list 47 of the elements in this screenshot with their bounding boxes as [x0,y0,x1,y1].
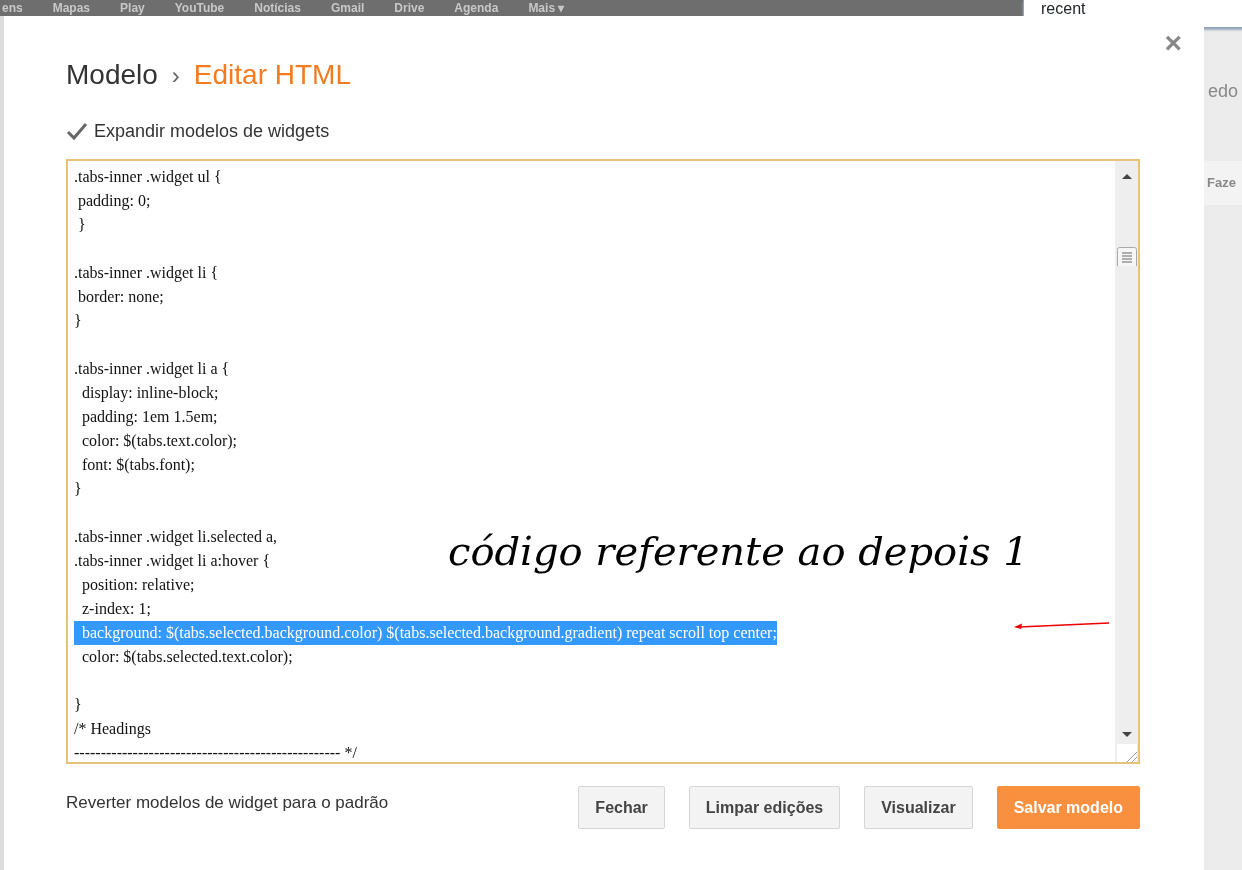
code-line: border: none; [77,287,164,307]
checkbox-label: Expandir modelos de widgets [94,120,330,143]
code-line: .tabs-inner .widget li { [74,263,219,284]
code-line: } [77,215,86,235]
code-line: padding: 0; [77,191,151,212]
code-line: .tabs-inner .widget li.selected a, [74,527,278,548]
nav-link[interactable]: Notícias [254,0,301,16]
code-line: } [74,311,82,331]
code-line: padding: 1em 1.5em; [81,407,218,428]
nav-link[interactable]: Gmail [330,0,365,16]
handwritten-annotation: código referente ao depois 1 [448,527,1029,576]
background-text: Faze [1204,161,1242,205]
nav-link[interactable]: Play [120,0,145,16]
scroll-thumb[interactable] [1116,247,1137,266]
dialog-button[interactable]: Fechar [578,786,665,829]
code-line: font: $(tabs.font); [81,455,195,476]
breadcrumb-separator: › [171,61,180,91]
page-title: Editar HTML [193,58,351,92]
nav-link[interactable]: YouTube [174,0,225,16]
scrollbar[interactable] [1115,161,1138,762]
dialog-button[interactable]: Visualizar [864,786,973,829]
nav-link[interactable]: Mais ▾ [528,0,565,16]
code-line: .tabs-inner .widget li a { [74,359,230,380]
dialog-button[interactable]: Limpar edições [688,786,841,829]
code-line: -------------------------------------------------- */ [74,743,357,762]
code-line: } [74,695,82,715]
code-line: /* Headings [74,719,151,740]
resize-grip-icon[interactable] [1116,743,1137,762]
code-line: } [74,479,82,499]
nav-link[interactable]: Drive [394,0,425,16]
nav-link[interactable]: Mapas [52,0,91,16]
code-line: color: $(tabs.selected.text.color); [81,647,293,668]
background-text: edo [1207,80,1240,103]
code-line: color: $(tabs.text.color); [81,431,238,452]
save-button[interactable]: Salvar modelo [996,786,1140,829]
code-line: position: relative; [81,575,195,596]
nav-link[interactable]: ens [2,0,23,16]
scroll-down-icon[interactable] [1120,729,1133,738]
code-line: .tabs-inner .widget ul { [74,167,222,188]
scroll-up-icon[interactable] [1120,171,1133,180]
revert-link[interactable]: Reverter modelos de widget para o padrão [66,790,555,816]
breadcrumb-link[interactable]: Modelo [66,54,158,96]
nav-link[interactable]: Agenda [454,0,499,16]
code-line: display: inline-block; [81,383,219,404]
close-button[interactable]: × [1164,28,1182,58]
code-line: z-index: 1; [81,599,151,619]
code-line: .tabs-inner .widget li a:hover { [74,551,271,572]
